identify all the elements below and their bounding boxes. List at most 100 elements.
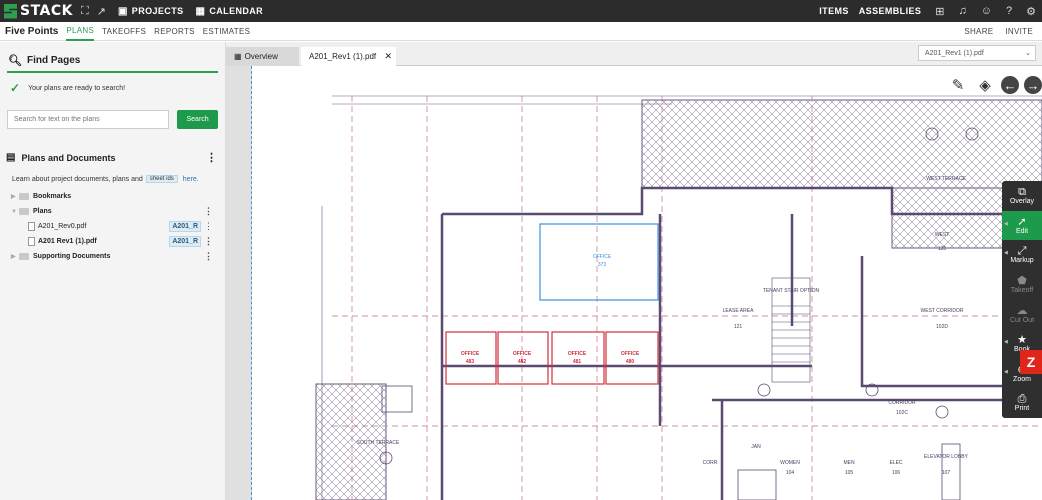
chevron-down-icon[interactable]: ▼ <box>11 209 19 215</box>
help-icon[interactable]: ? <box>1006 5 1012 17</box>
janitor-label: JAN <box>751 444 761 450</box>
tenant-stair-label: TENANT STAIR OPTION <box>763 288 820 294</box>
gift-icon[interactable]: ⊞ <box>935 5 944 18</box>
plans-search-input[interactable] <box>7 110 170 129</box>
markup-button[interactable]: ◀ ⤢ Markup <box>1002 240 1042 270</box>
checkmark-icon: ✓ <box>10 81 21 95</box>
tree-item-bookmarks[interactable]: ▶ Bookmarks <box>0 189 225 204</box>
right-toolbar: ⧉ Overlay ◀ ➚ Edit ◀ ⤢ Markup ⬟ Takeoff … <box>1002 181 1042 418</box>
file-icon <box>28 222 35 231</box>
office-label: OFFICE <box>621 351 640 357</box>
more-options-icon[interactable]: ⋮ <box>204 221 213 232</box>
office-number: 483 <box>466 359 475 365</box>
west-corridor-label: WEST CORRIDOR <box>921 308 964 314</box>
men-number: 105 <box>845 470 854 476</box>
items-link[interactable]: ITEMS <box>819 6 849 16</box>
find-pages-header: 🔍︎ Find Pages <box>0 42 225 71</box>
invite-button[interactable]: INVITE <box>1005 22 1033 41</box>
pencil-icon[interactable]: ✎ <box>947 74 969 96</box>
more-options-icon[interactable]: ⋮ <box>204 251 213 262</box>
tab-plan-file[interactable]: A201_Rev1 (1).pdf ✕ <box>301 47 396 66</box>
tree-item-plans[interactable]: ▼ Plans ⋮ <box>0 204 225 219</box>
chevron-right-icon[interactable]: ▶ <box>11 193 19 200</box>
office-number: 482 <box>518 359 527 365</box>
viewer-tabs: ▦ Overview A201_Rev1 (1).pdf ✕ A201_Rev1… <box>226 42 1042 66</box>
cut-out-icon: ☁ <box>1016 304 1028 317</box>
tab-overview[interactable]: ▦ Overview <box>226 47 299 66</box>
arrow-right-icon[interactable]: → <box>1024 76 1042 94</box>
supporting-docs-label: Supporting Documents <box>33 253 111 260</box>
lease-area-label: LEASE AREA <box>723 308 755 314</box>
more-options-icon[interactable]: ⋮ <box>204 206 213 217</box>
cut-out-button[interactable]: ☁ Cut Out <box>1002 299 1042 329</box>
printer-icon: ⎙ <box>1017 393 1027 406</box>
men-label: MEN <box>843 460 855 466</box>
more-options-icon[interactable]: ⋮ <box>204 236 213 247</box>
external-link-icon[interactable]: ↗ <box>97 5 106 18</box>
search-button[interactable]: Search <box>177 110 218 129</box>
user-settings-icon[interactable]: ⚙ <box>1026 5 1036 18</box>
stack-logo[interactable]: STACK <box>0 0 73 22</box>
tree-item-supporting-docs[interactable]: ▶ Supporting Documents ⋮ <box>0 249 225 264</box>
revision-select-value: A201_Rev1 (1).pdf <box>925 49 984 57</box>
office-label: OFFICE <box>568 351 587 357</box>
edit-label: Edit <box>1015 227 1029 235</box>
tab-estimates[interactable]: ESTIMATES <box>203 22 250 41</box>
elevator-lobby-number: 107 <box>942 470 951 476</box>
takeoff-icon: ⬟ <box>1017 275 1027 288</box>
bookmarks-label: Bookmarks <box>33 193 72 200</box>
tab-plans[interactable]: PLANS <box>66 22 95 41</box>
markup-icon: ⤢ <box>1017 245 1027 258</box>
west-terrace-label: WEST TERRACE <box>926 176 966 182</box>
close-icon[interactable]: ✕ <box>384 51 392 62</box>
elevator-lobby-label: ELEVATOR LOBBY <box>924 454 969 460</box>
ready-text: Your plans are ready to search! <box>28 84 126 92</box>
lease-area-number: 121 <box>734 324 743 330</box>
projects-link[interactable]: ▣ PROJECTS <box>118 6 184 17</box>
office-label: OFFICE <box>513 351 532 357</box>
ready-message: ✓ Your plans are ready to search! <box>0 73 225 103</box>
calendar-link[interactable]: ▦ CALENDAR <box>196 6 264 17</box>
top-bar: STACK ⛶ ↗ ▣ PROJECTS ▦ CALENDAR ITEMS AS… <box>0 0 1042 22</box>
markup-label: Markup <box>1010 257 1034 265</box>
plan-canvas[interactable]: OFFICE 373 OFFICE 483 OFFICE 482 OFFICE … <box>226 66 1042 500</box>
zendesk-icon[interactable]: Z <box>1020 350 1042 374</box>
file-name: A201 Rev1 (1).pdf <box>38 238 97 245</box>
assemblies-label: ASSEMBLIES <box>858 6 922 16</box>
project-name: Five Points <box>5 25 59 37</box>
print-label: Print <box>1014 405 1030 413</box>
file-icon <box>28 237 35 246</box>
overlay-button[interactable]: ⧉ Overlay <box>1002 181 1042 211</box>
corr-label: CORR <box>703 460 718 466</box>
revision-select[interactable]: A201_Rev1 (1).pdf ⌄ <box>918 45 1036 61</box>
tree-item-file-active[interactable]: A201 Rev1 (1).pdf A201_R ⋮ <box>0 234 225 249</box>
folder-icon <box>19 193 29 200</box>
bell-icon[interactable]: ♫ <box>959 5 967 17</box>
takeoff-button[interactable]: ⬟ Takeoff <box>1002 270 1042 300</box>
elec-number: 106 <box>892 470 901 476</box>
arrow-left-icon[interactable]: ← <box>1001 76 1019 94</box>
canvas-tools: ✎ ◈ ← → <box>942 74 1042 96</box>
tab-reports[interactable]: REPORTS <box>154 22 195 41</box>
briefcase-icon: ▣ <box>117 5 128 17</box>
elec-label: ELEC <box>889 460 902 466</box>
women-label: WOMEN <box>780 460 800 466</box>
chevron-right-icon[interactable]: ▶ <box>11 253 19 260</box>
plans-documents-header: ▤ Plans and Documents ⋮ <box>0 129 225 169</box>
floor-plan-drawing[interactable]: OFFICE 373 OFFICE 483 OFFICE 482 OFFICE … <box>252 66 1042 500</box>
overlay-label: Overlay <box>1009 198 1035 206</box>
chevron-left-icon: ◀ <box>1004 338 1008 345</box>
learn-here-link[interactable]: here. <box>183 176 199 183</box>
cut-out-label: Cut Out <box>1009 316 1035 324</box>
west-corridor-number: 102D <box>936 324 948 330</box>
edit-button[interactable]: ◀ ➚ Edit <box>1002 210 1042 241</box>
assemblies-link[interactable]: ASSEMBLIES <box>859 6 922 16</box>
tab-takeoffs[interactable]: TAKEOFFS <box>102 22 146 41</box>
layers-icon[interactable]: ◈ <box>974 74 996 96</box>
more-options-icon[interactable]: ⋮ <box>206 151 217 164</box>
fullscreen-icon[interactable]: ⛶ <box>81 5 89 18</box>
tree-item-file[interactable]: A201_Rev0.pdf A201_R ⋮ <box>0 219 225 234</box>
share-button[interactable]: SHARE <box>964 22 993 41</box>
users-icon[interactable]: ☺ <box>981 5 992 17</box>
print-button[interactable]: ⎙ Print <box>1002 388 1042 418</box>
